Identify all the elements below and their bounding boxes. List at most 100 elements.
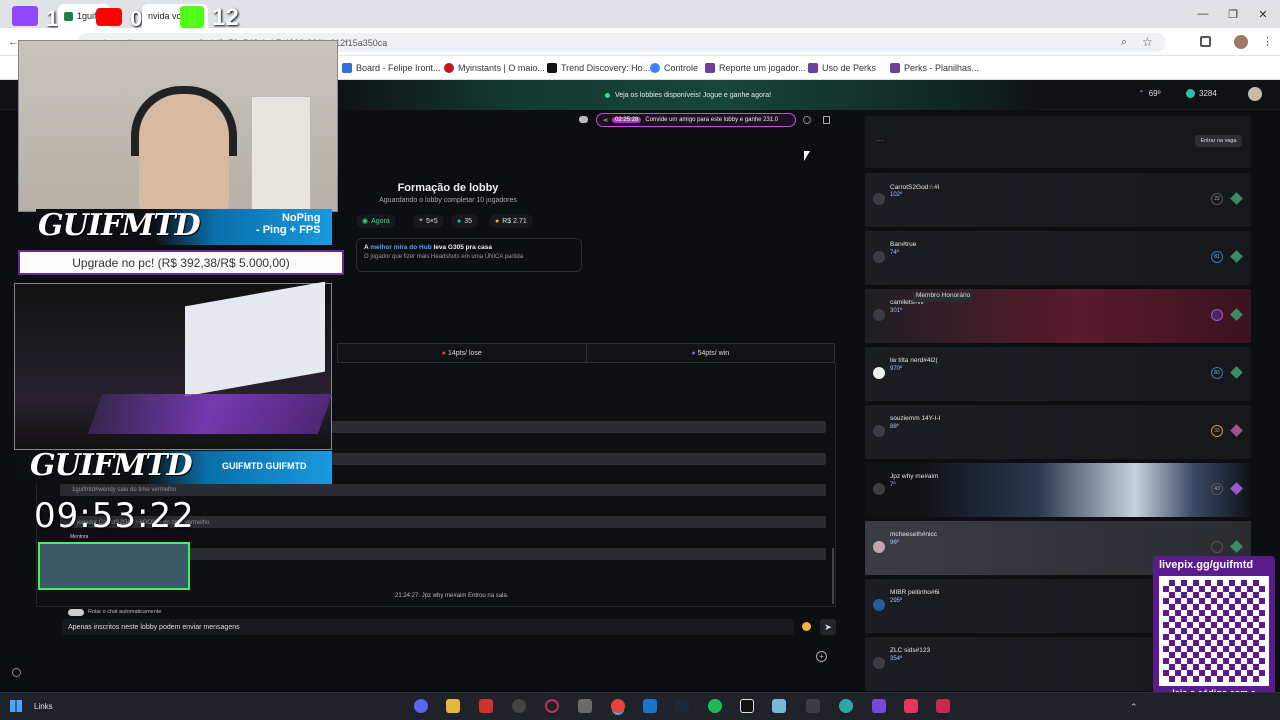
menu-icon[interactable]: ⋮ [1262, 35, 1273, 48]
zoom-icon[interactable]: ⌕ [1121, 36, 1127, 49]
explorer-icon[interactable] [446, 699, 460, 713]
rank-stat[interactable]: ⌃ 69º [1138, 89, 1161, 98]
promo-card[interactable]: A melhor mira do Hub leva G305 pra casa … [356, 238, 582, 272]
level-badge [1211, 309, 1223, 321]
rank-diamond-icon [1230, 192, 1243, 205]
level-badge: 83 [1211, 367, 1223, 379]
tiktok-icon [547, 63, 557, 73]
youtube-icon [96, 8, 122, 26]
star-icon[interactable]: ☆ [1142, 35, 1153, 49]
avatar [873, 657, 885, 669]
bookmark-icon [444, 63, 454, 73]
enter-queue-button[interactable]: Entrar na vaga [1195, 135, 1242, 147]
coins-stat[interactable]: 3284 [1186, 89, 1217, 98]
browser-tab-strip: 1 1guif 0 nvida vo 12 — ❐ ✕ [0, 0, 1280, 31]
level-badge: 33 [1211, 425, 1223, 437]
player-row[interactable]: Jpz why me#aim 7º 43 [865, 463, 1251, 517]
avatar [873, 193, 885, 205]
tiktok-app-icon[interactable] [904, 699, 918, 713]
level-badge [1211, 541, 1223, 553]
shelf [251, 96, 311, 211]
team-blue-icon: ● [691, 349, 696, 357]
player-row[interactable]: tw tilta nerd#4i2(970º 83 [865, 347, 1251, 401]
minecraft-icon[interactable] [578, 699, 592, 713]
close-window-button[interactable]: ✕ [1248, 0, 1278, 28]
player-row[interactable]: souziemm 14Y-I-I 88º 33 [865, 405, 1251, 459]
bookmark-item[interactable]: Uso de Perks [808, 60, 876, 76]
headphones [131, 86, 237, 156]
player-row[interactable]: Ban#true 74º 81 [865, 231, 1251, 285]
socials-label: GUIFMTD GUIFMTD [222, 461, 307, 471]
bookmark-icon [808, 63, 818, 73]
invite-timer: 02:25:28 [612, 117, 642, 123]
calculator-icon[interactable] [806, 699, 820, 713]
more-icon[interactable]: ··· [876, 136, 884, 145]
tab-favicon-icon [64, 11, 73, 21]
tray-chevron-icon[interactable]: ⌃ [1130, 702, 1138, 713]
chat-input[interactable]: Apenas inscritos neste lobby podem envia… [62, 619, 794, 635]
links-label[interactable]: Links [34, 702, 53, 711]
spotify-icon[interactable] [708, 699, 722, 713]
capcut-icon[interactable] [740, 699, 754, 713]
rank-diamond-icon [1230, 308, 1243, 321]
user-avatar[interactable] [1248, 87, 1262, 101]
bookmark-item[interactable]: Myinstants | O maio... [444, 60, 545, 76]
help-icon[interactable] [803, 116, 811, 124]
bookmark-item[interactable]: Controle [650, 60, 698, 76]
bookmark-item[interactable]: Reporte um jogador... [705, 60, 806, 76]
bookmark-item[interactable]: Perks - Planilhas... [890, 60, 979, 76]
emoji-icon[interactable] [802, 622, 811, 631]
level-badge: 43 [1211, 483, 1223, 495]
bookmark-icon [342, 63, 352, 73]
send-button[interactable]: ➤ [820, 619, 836, 635]
avatar [873, 483, 885, 495]
chrome-icon[interactable] [611, 699, 625, 713]
avatar [873, 309, 885, 321]
rank-diamond-icon [1230, 482, 1243, 495]
teams-header: ● 14pts/ lose ● 54pts/ win [337, 343, 835, 363]
app-icon[interactable] [545, 699, 559, 713]
team-red[interactable]: ● 14pts/ lose [338, 344, 587, 362]
overlay-frame [38, 542, 190, 590]
app-icon[interactable] [872, 699, 886, 713]
banner-dot-icon [604, 92, 610, 98]
add-icon[interactable]: + [816, 651, 827, 662]
banner-text: Veja os lobbies disponíveis! Jogue e gan… [614, 91, 772, 99]
chat-scrollbar[interactable] [832, 548, 834, 604]
bookmark-icon [890, 63, 900, 73]
support-icon[interactable] [12, 668, 21, 677]
qr-panel: livepix.gg/guifmtd leia o código com a c… [1153, 556, 1275, 712]
bookmark-item[interactable]: Board - Felipe Iront... [342, 60, 441, 76]
autoscroll-toggle[interactable] [68, 609, 84, 616]
app-icon[interactable] [936, 699, 950, 713]
app-icon[interactable] [479, 699, 493, 713]
invite-pill[interactable]: ⋖ 02:25:28 Convide um amigo para este lo… [596, 113, 796, 127]
promo-banner[interactable]: Veja os lobbies disponíveis! Jogue e gan… [338, 80, 1038, 110]
player-row[interactable]: CarrotS2God☆#l 102º 22 [865, 173, 1251, 227]
team-blue[interactable]: ● 54pts/ win [587, 344, 835, 362]
windows-start-icon[interactable] [10, 700, 22, 712]
discord-icon[interactable] [579, 116, 588, 123]
streamer-logo: GUIFMTD [38, 208, 201, 243]
rank-diamond-icon [1230, 250, 1243, 263]
restore-button[interactable]: ❐ [1218, 0, 1248, 28]
discord-app-icon[interactable] [414, 699, 428, 713]
steam-icon[interactable] [675, 699, 689, 713]
outlook-icon[interactable] [643, 699, 657, 713]
minimize-button[interactable]: — [1188, 0, 1218, 28]
avatar [873, 425, 885, 437]
profile-avatar[interactable] [1234, 35, 1248, 49]
lobby-subtitle: Aguardando o lobby completar 10 jogadore… [379, 197, 517, 204]
avatar [873, 251, 885, 263]
obs-icon[interactable] [512, 699, 526, 713]
donation-goal: Upgrade no pc! (R$ 392,38/R$ 5.000,00) [18, 250, 344, 275]
rank-diamond-icon [1230, 424, 1243, 437]
extensions-icon[interactable] [1200, 36, 1211, 47]
keyboard [87, 394, 333, 434]
edge-icon[interactable] [839, 699, 853, 713]
app-icon[interactable] [772, 699, 786, 713]
bookmark-item[interactable]: Trend Discovery: Ho... [547, 60, 650, 76]
trash-icon[interactable] [823, 116, 830, 124]
clock-icon: ◉ [362, 218, 369, 225]
tab-label: nvida vo [148, 11, 182, 21]
